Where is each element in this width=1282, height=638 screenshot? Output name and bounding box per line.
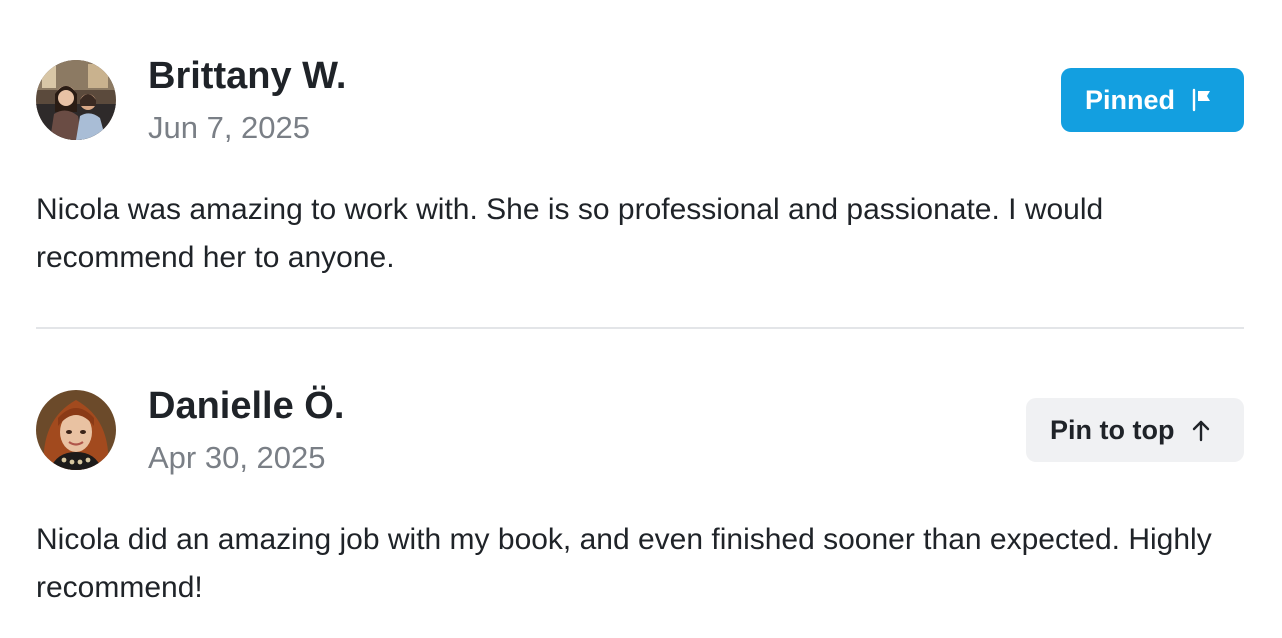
review-item: Brittany W. Jun 7, 2025 Pinned Nicola wa… — [36, 55, 1244, 274]
review-header: Danielle Ö. Apr 30, 2025 Pin to top — [36, 385, 1244, 488]
arrow-up-icon — [1190, 418, 1212, 442]
pinned-button[interactable]: Pinned — [1061, 68, 1244, 132]
reviews-list: Brittany W. Jun 7, 2025 Pinned Nicola wa… — [0, 0, 1282, 638]
flag-icon — [1191, 88, 1213, 112]
divider — [36, 327, 1244, 329]
review-item: Danielle Ö. Apr 30, 2025 Pin to top Nico… — [36, 385, 1244, 604]
review-date: Apr 30, 2025 — [148, 440, 326, 475]
pin-to-top-button[interactable]: Pin to top — [1026, 398, 1244, 462]
pin-button-label: Pinned — [1085, 84, 1176, 115]
reviewer-name: Brittany W. — [148, 55, 347, 97]
review-date: Jun 7, 2025 — [148, 110, 311, 145]
review-text: Nicola was amazing to work with. She is … — [36, 193, 1104, 274]
review-text: Nicola did an amazing job with my book, … — [36, 523, 1212, 604]
avatar — [36, 60, 116, 140]
reviewer-name: Danielle Ö. — [148, 385, 345, 427]
review-header: Brittany W. Jun 7, 2025 Pinned — [36, 55, 1244, 158]
pin-button-label: Pin to top — [1050, 414, 1175, 445]
avatar — [36, 390, 116, 470]
